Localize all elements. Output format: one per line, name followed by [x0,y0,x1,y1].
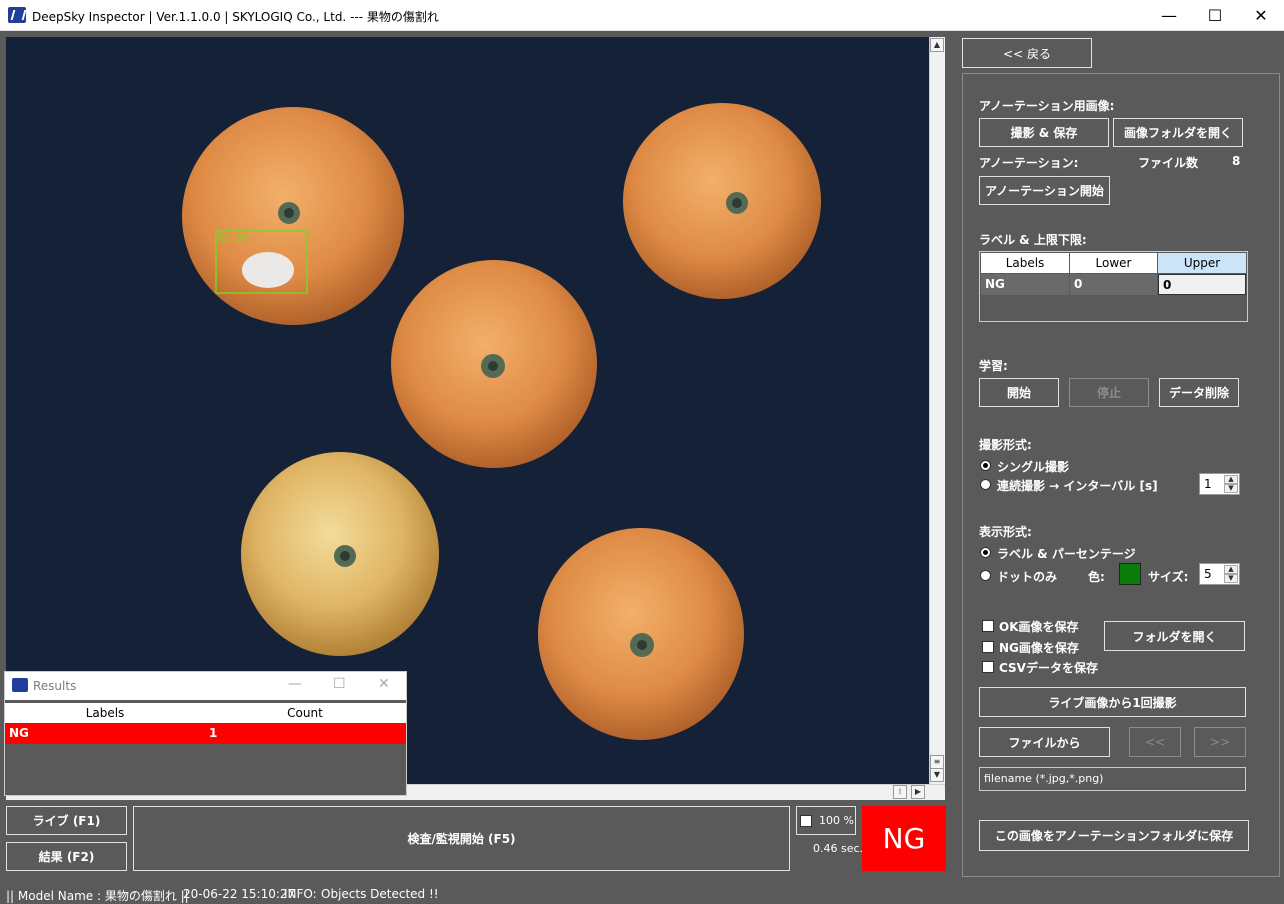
detection-label: NG 99 [218,233,248,244]
scroll-up-icon[interactable]: ▲ [930,38,944,52]
size-stepper[interactable]: 5 ▲ ▼ [1199,563,1240,585]
results-title: Results [33,679,77,693]
status-timestamp: 20-06-22 15:10:27 [183,887,296,901]
live-button[interactable]: ライブ (F1) [6,806,127,835]
row-upper-cell[interactable]: 0 [1158,274,1246,295]
dot-color-swatch[interactable] [1119,563,1141,585]
interval-up-icon[interactable]: ▲ [1224,475,1238,484]
window-title: DeepSky Inspector | Ver.1.1.0.0 | SKYLOG… [32,10,439,24]
file-count-value: 8 [1232,154,1241,168]
status-info-message: Objects Detected !! [321,887,439,901]
row-lower-cell[interactable]: 0 [1070,274,1157,295]
back-button[interactable]: << 戻る [962,38,1092,68]
save-csv-label: CSVデータを保存 [999,661,1098,675]
save-ng-label: NG画像を保存 [999,641,1079,655]
interval-stepper[interactable]: 1 ▲ ▼ [1199,473,1240,495]
results-table-header: Labels Count [5,703,406,723]
results-col-labels: Labels [85,706,125,720]
col-lower: Lower [1070,253,1157,273]
open-folder-button[interactable]: フォルダを開く [1104,621,1245,651]
zoom-label: 100 % [819,814,854,827]
capture-save-button[interactable]: 撮影 & 保存 [979,118,1109,147]
results-row-label: NG [9,726,29,740]
verdict-badge: NG [862,806,946,871]
filename-field[interactable]: filename (*.jpg,*.png) [979,767,1246,791]
annotation-label: アノーテーション: [979,156,1079,170]
status-bar: || Model Name : 果物の傷割れ || 20-06-22 15:10… [0,882,1284,904]
annotation-image-label: アノーテーション用画像: [979,99,1115,113]
status-model-name: || Model Name : 果物の傷割れ || [6,889,189,903]
interval-value: 1 [1204,477,1212,491]
maximize-button[interactable]: ☐ [1192,0,1238,31]
vertical-scrollbar[interactable]: ▲ ≡ ▼ [929,37,945,785]
label-percentage-radio[interactable] [980,547,991,558]
close-button[interactable]: ✕ [1238,0,1284,31]
open-image-folder-button[interactable]: 画像フォルダを開く [1113,118,1243,147]
row-label-cell[interactable]: NG [981,274,1069,295]
zoom-checkbox[interactable] [800,815,812,827]
save-csv-checkbox[interactable] [982,661,994,673]
capture-from-live-button[interactable]: ライブ画像から1回撮影 [979,687,1246,717]
next-image-button[interactable]: >> [1194,727,1246,757]
learning-stop-button[interactable]: 停止 [1069,378,1149,407]
color-label: 色: [1088,570,1105,584]
status-info-label: INFO: [284,887,317,901]
result-button[interactable]: 結果 (F2) [6,842,127,871]
size-up-icon[interactable]: ▲ [1224,565,1238,574]
dot-only-radio[interactable] [980,570,991,581]
delete-data-button[interactable]: データ削除 [1159,378,1239,407]
save-ok-checkbox[interactable] [982,620,994,632]
annotation-start-button[interactable]: アノーテーション開始 [979,176,1110,205]
fruit-5 [538,528,744,740]
scroll-right-icon[interactable]: ▶ [911,785,925,799]
fruit-3 [391,260,597,468]
continuous-capture-radio[interactable] [980,479,991,490]
zoom-toggle[interactable]: 100 % [796,806,856,835]
scroll-down-icon[interactable]: ▼ [930,768,944,782]
col-labels: Labels [981,253,1069,273]
single-capture-label: シングル撮影 [997,460,1070,474]
file-count-label: ファイル数 [1138,156,1199,170]
learning-start-button[interactable]: 開始 [979,378,1059,407]
scroll-grip-icon[interactable]: ≡ [930,755,944,769]
label-limit-table[interactable]: Labels Lower Upper NG 0 0 [979,251,1248,322]
label-limit-label: ラベル & 上限下限: [979,233,1087,247]
results-title-bar[interactable]: Results — ☐ ✕ [5,672,406,700]
scroll-grip-h-icon[interactable]: ⁞ [893,785,907,799]
results-window[interactable]: Results — ☐ ✕ Labels Count NG 1 [4,671,407,796]
results-close-icon[interactable]: ✕ [378,676,390,692]
single-capture-radio[interactable] [980,460,991,471]
app-logo-icon [8,7,26,23]
size-down-icon[interactable]: ▼ [1224,574,1238,583]
inspect-start-button[interactable]: 検査/監視開始 (F5) [133,806,790,871]
from-file-button[interactable]: ファイルから [979,727,1110,757]
save-to-annotation-button[interactable]: この画像をアノーテーションフォルダに保存 [979,820,1249,851]
size-label: サイズ: [1148,570,1189,584]
minimize-button[interactable]: — [1146,0,1192,31]
display-mode-label: 表示形式: [979,525,1032,539]
prev-image-button[interactable]: << [1129,727,1181,757]
results-col-count: Count [287,706,323,720]
col-upper: Upper [1158,253,1246,273]
fruit-4 [241,452,439,656]
continuous-capture-label: 連続撮影 → インターバル [s] [997,479,1158,493]
results-minimize-icon[interactable]: — [288,676,302,692]
fruit-2 [623,103,821,299]
results-logo-icon [12,678,28,692]
table-row[interactable]: NG 1 [5,723,406,744]
interval-down-icon[interactable]: ▼ [1224,484,1238,493]
elapsed-time: 0.46 sec. [813,842,864,855]
size-value: 5 [1204,567,1212,581]
learning-label: 学習: [979,359,1008,373]
results-maximize-icon[interactable]: ☐ [333,676,346,692]
save-ok-label: OK画像を保存 [999,620,1079,634]
save-ng-checkbox[interactable] [982,641,994,653]
results-row-count: 1 [209,726,218,740]
dot-only-label: ドットのみ [997,570,1058,584]
title-bar: DeepSky Inspector | Ver.1.1.0.0 | SKYLOG… [0,0,1284,31]
label-percentage-label: ラベル & パーセンテージ [997,547,1136,561]
capture-mode-label: 撮影形式: [979,438,1032,452]
